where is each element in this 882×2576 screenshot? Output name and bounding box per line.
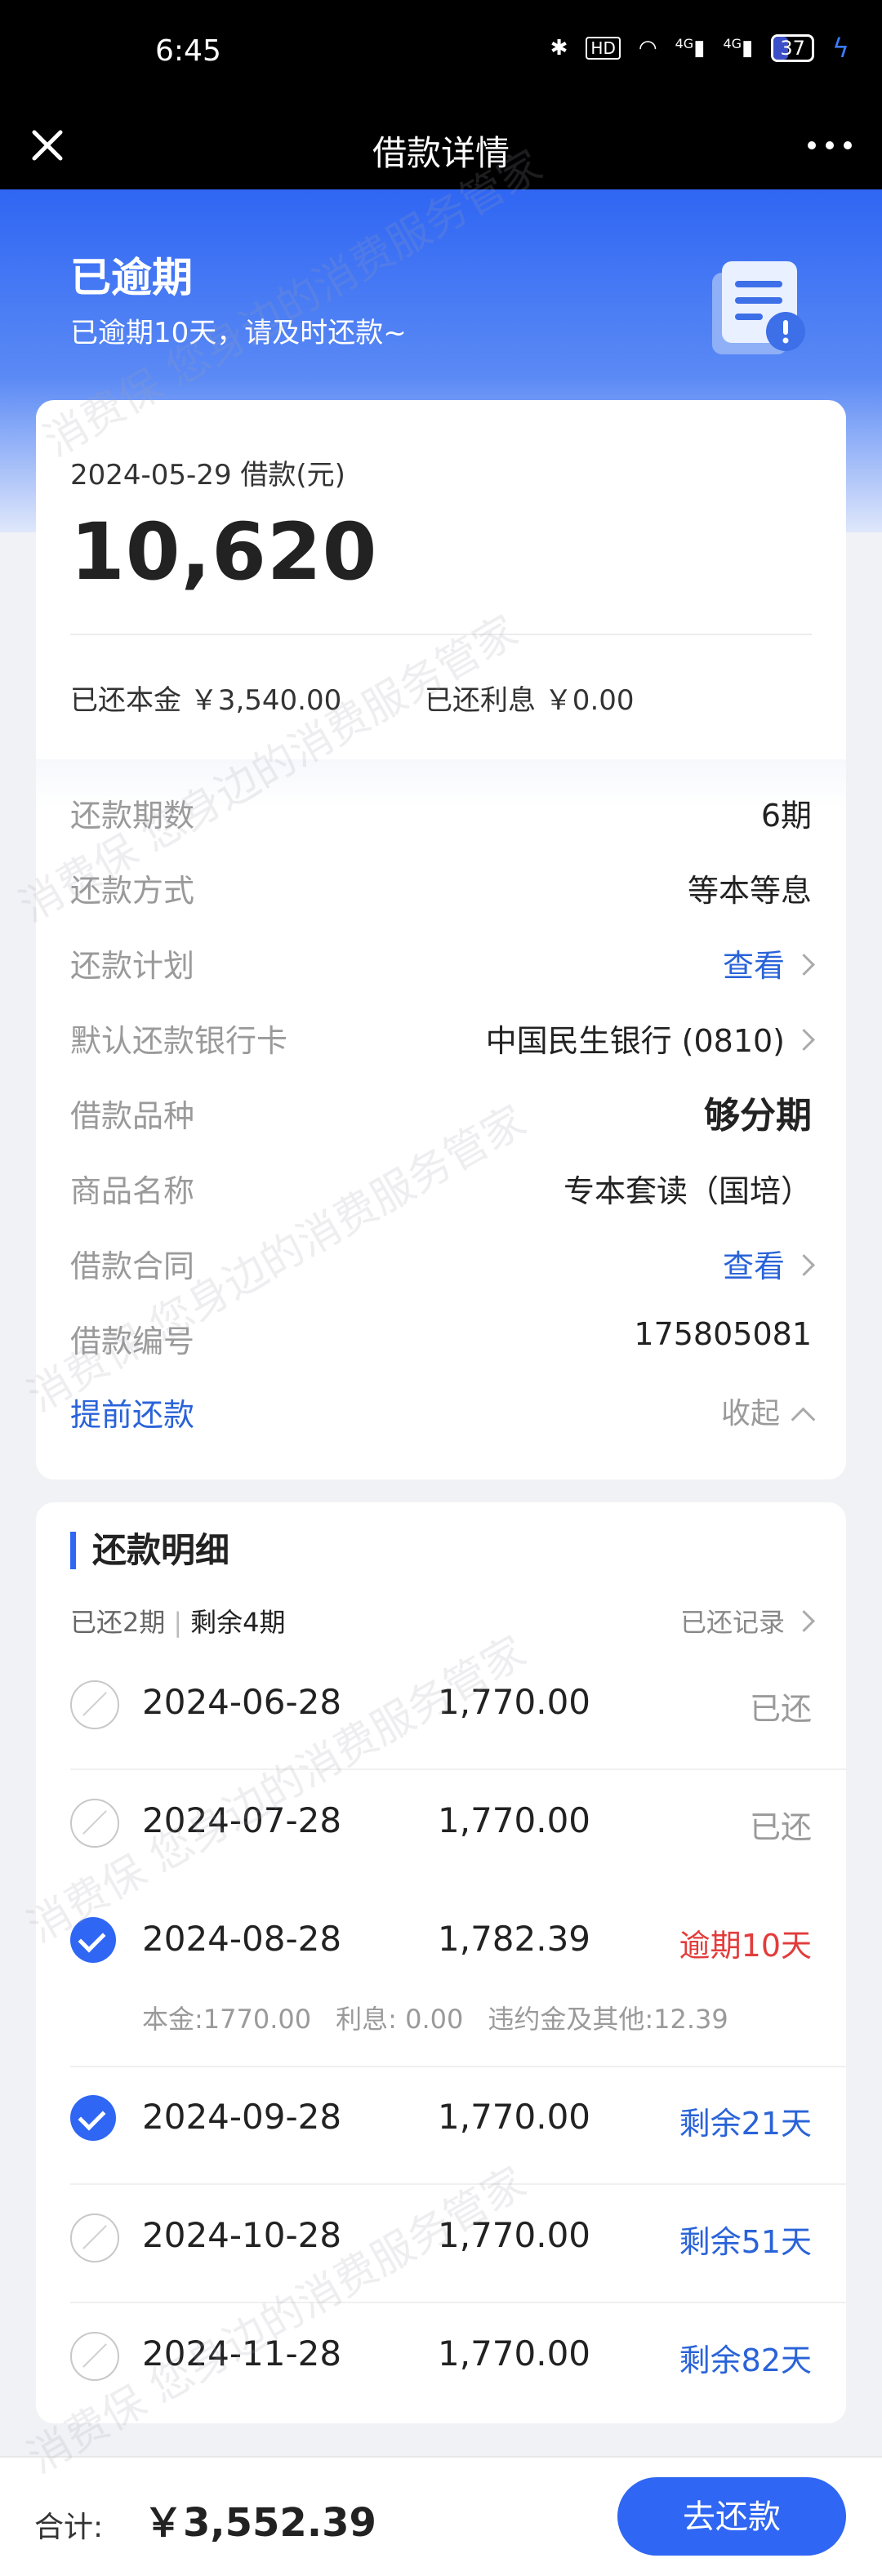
battery-icon: 37 [771,34,814,62]
divider [70,2183,846,2185]
chevron-right-icon [793,1029,815,1051]
checkbox-disabled-icon [70,1680,119,1729]
loan-amount: 10,620 [70,506,378,598]
bluetooth-icon: ✱ [550,36,568,60]
installment-row[interactable]: 2024-07-28 1,770.00 已还 [70,1784,812,1882]
total-amount: ￥3,552.39 [144,2500,376,2546]
checkout-bar: 合计: ￥3,552.39 去还款 [0,2456,882,2576]
prepay-link[interactable]: 提前还款 [70,1390,194,1435]
checkbox-disabled-icon [70,1799,119,1848]
divider [70,1768,846,1770]
signal-icon-2: 4G▮ [723,36,754,60]
installment-row[interactable]: 2024-11-28 1,770.00 剩余82天 [70,2317,812,2415]
overdue-subtitle: 已逾期10天，请及时还款~ [70,317,407,349]
signal-icon: 4G▮ [675,36,706,60]
repay-button[interactable]: 去还款 [617,2477,846,2556]
more-icon[interactable] [800,121,859,170]
principal-repaid: 已还本金 ￥3,540.00 [70,684,342,717]
section-title: 还款明细 [70,1532,229,1569]
loan-date: 2024-05-29 借款(元) [70,459,345,492]
chevron-up-icon [791,1407,816,1432]
detail-row-contract[interactable]: 借款合同 查看 [70,1235,815,1286]
installment-row[interactable]: 2024-09-28 1,770.00 剩余21天 [70,2080,812,2178]
detail-row-product-name: 商品名称 专本套读（国培） [70,1173,812,1209]
payment-history-link[interactable]: 已还记录 [680,1602,815,1639]
chevron-right-icon [793,1609,815,1632]
divider [70,2066,846,2067]
checkbox-checked-icon[interactable] [70,2095,116,2141]
chevron-right-icon [793,1254,815,1276]
repayment-schedule-card: 还款明细 已还2期 | 剩余4期 已还记录 2024-06-28 1,770.00 … [36,1502,846,2423]
view-contract-link[interactable]: 查看 [723,1241,815,1286]
nav-bar: 借款详情 [0,106,882,189]
clock: 6:45 [155,34,221,68]
detail-row-bank-card[interactable]: 默认还款银行卡 中国民生银行 (0810) [70,1009,815,1061]
checkbox-disabled-icon [70,2213,119,2262]
detail-row-loan-number: 借款编号 175805081 [70,1316,812,1359]
overdue-title: 已逾期 [70,254,193,301]
interest-repaid: 已还利息 ￥0.00 [425,684,635,717]
collapse-toggle[interactable]: 收起 [721,1390,816,1432]
chevron-right-icon [793,954,815,976]
detail-row-terms: 还款期数 6期 [70,798,812,834]
loan-details: 还款期数 6期 还款方式 等本等息 还款计划 查看 默认还款银行卡 中国民生银行… [36,759,846,1479]
divider [70,634,812,635]
bank-card-value[interactable]: 中国民生银行 (0810) [486,1016,815,1061]
status-bar: 6:45 ✱ HD ◠ 4G▮ 4G▮ 37 ϟ [0,0,882,106]
total-label: 合计: [34,2511,104,2544]
installment-row[interactable]: 2024-06-28 1,770.00 已还 [70,1666,812,1764]
page-title: 借款详情 [372,133,510,173]
charging-icon: ϟ [831,33,849,64]
view-plan-link[interactable]: 查看 [723,941,815,985]
divider [70,2302,846,2303]
hd-icon: HD [586,37,621,60]
checkbox-disabled-icon [70,2332,119,2381]
installment-counts: 已还2期 | 剩余4期 [70,1607,286,1638]
loan-card: 2024-05-29 借款(元) 10,620 已还本金 ￥3,540.00 已… [36,400,846,1479]
wifi-icon: ◠ [638,36,657,60]
system-icons: ✱ HD ◠ 4G▮ 4G▮ 37 ϟ [550,33,849,64]
installment-row[interactable]: 2024-08-28 1,782.39 逾期10天 本金:1770.00 利息: … [70,1902,812,2049]
document-alert-icon [712,261,805,354]
installment-row[interactable]: 2024-10-28 1,770.00 剩余51天 [70,2199,812,2297]
checkbox-checked-icon[interactable] [70,1917,116,1963]
detail-row-method: 还款方式 等本等息 [70,873,812,909]
detail-row-plan[interactable]: 还款计划 查看 [70,934,815,985]
detail-row-product-type: 借款品种 够分期 [70,1095,812,1137]
installment-breakdown: 本金:1770.00 利息: 0.00 违约金及其他:12.39 [142,2004,728,2035]
